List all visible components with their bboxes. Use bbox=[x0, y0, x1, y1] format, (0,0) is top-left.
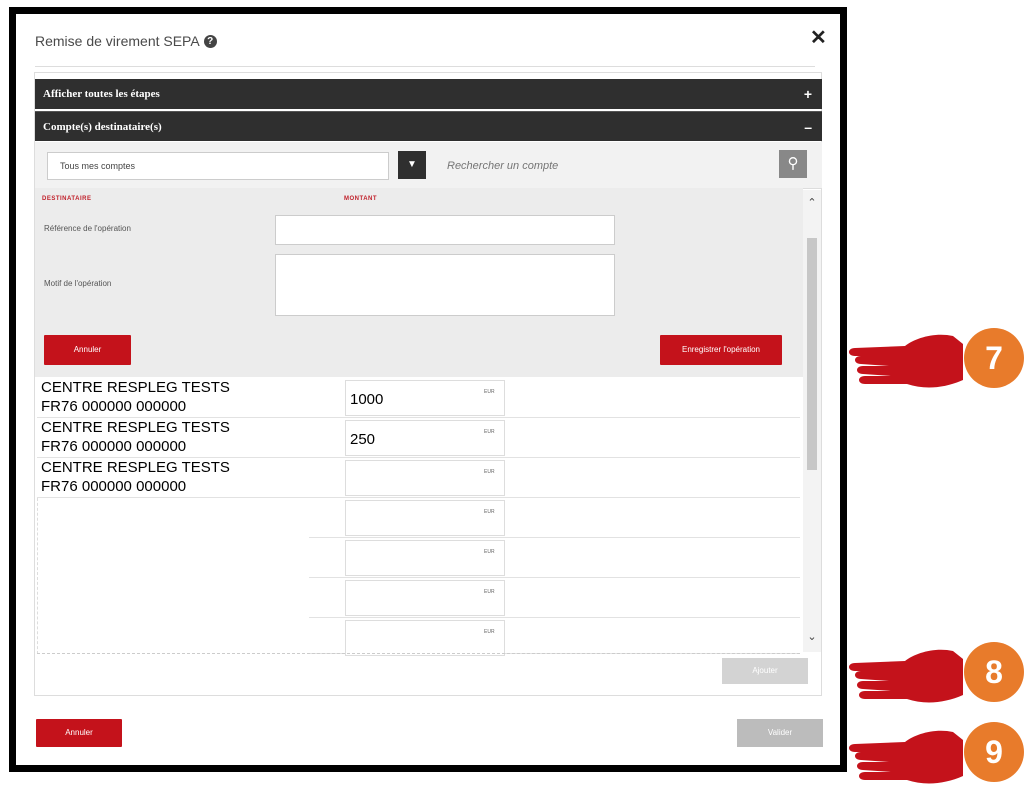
accordion-all-steps[interactable]: Afficher toutes les étapes + bbox=[35, 79, 822, 109]
recipient-list: CENTRE RESPLEG TESTS FR76 000000 000000 … bbox=[37, 378, 800, 656]
help-icon[interactable]: ? bbox=[203, 34, 217, 48]
recipient-iban: FR76 000000 000000 bbox=[41, 438, 187, 455]
amount-field[interactable]: EUR bbox=[345, 500, 505, 536]
table-row[interactable]: CENTRE RESPLEG TESTS FR76 000000 000000 … bbox=[37, 458, 800, 498]
recipient-name: CENTRE RESPLEG TESTS bbox=[41, 379, 230, 396]
currency-label: EUR bbox=[484, 549, 495, 555]
cancel-operation-button[interactable]: Annuler bbox=[44, 335, 131, 365]
collapse-icon[interactable]: – bbox=[804, 112, 812, 142]
amount-field[interactable]: EUR bbox=[345, 620, 505, 656]
cancel-button[interactable]: Annuler bbox=[36, 719, 122, 747]
callout-badge: 7 bbox=[964, 328, 1024, 388]
amount-field[interactable]: 250 EUR bbox=[345, 420, 505, 456]
accordion-all-steps-label: Afficher toutes les étapes bbox=[43, 88, 160, 100]
recipient-name: CENTRE RESPLEG TESTS bbox=[41, 459, 230, 476]
currency-label: EUR bbox=[484, 589, 495, 595]
dialog-title: Remise de virement SEPA ? bbox=[35, 33, 217, 49]
close-icon[interactable]: ✕ bbox=[810, 25, 827, 50]
amount-value: 250 bbox=[350, 431, 376, 448]
account-filter-row: Tous mes comptes ▼ ⚲ bbox=[35, 142, 822, 189]
search-icon[interactable]: ⚲ bbox=[779, 150, 807, 178]
motif-label: Motif de l'opération bbox=[44, 279, 112, 288]
reference-label: Référence de l'opération bbox=[44, 224, 131, 233]
add-button[interactable]: Ajouter bbox=[722, 658, 808, 684]
accordion-recipients[interactable]: Compte(s) destinataire(s) – bbox=[35, 111, 822, 141]
list-item: EUR bbox=[309, 538, 800, 578]
empty-recipient-area bbox=[37, 498, 309, 654]
amount-value: 1000 bbox=[350, 391, 384, 408]
column-header-amount: MONTANT bbox=[344, 196, 378, 202]
motif-textarea[interactable] bbox=[275, 254, 615, 316]
amount-field[interactable]: 1000 EUR bbox=[345, 380, 505, 416]
dialog-title-text: Remise de virement SEPA bbox=[35, 33, 200, 49]
save-operation-button[interactable]: Enregistrer l'opération bbox=[660, 335, 782, 365]
expand-icon[interactable]: + bbox=[804, 79, 812, 109]
chevron-up-icon[interactable]: ⌃ bbox=[806, 196, 818, 209]
chevron-down-icon[interactable]: ▼ bbox=[398, 151, 426, 179]
account-select[interactable]: Tous mes comptes bbox=[47, 152, 389, 180]
list-item: EUR bbox=[309, 618, 800, 656]
reference-input[interactable] bbox=[275, 215, 615, 245]
table-row[interactable]: CENTRE RESPLEG TESTS FR76 000000 000000 … bbox=[37, 378, 800, 418]
currency-label: EUR bbox=[484, 469, 495, 475]
search-account-input[interactable] bbox=[435, 152, 782, 180]
list-item: EUR bbox=[309, 578, 800, 618]
callout-badge: 9 bbox=[964, 722, 1024, 782]
scrollbar-thumb[interactable] bbox=[807, 238, 817, 470]
chevron-down-icon[interactable]: ⌄ bbox=[806, 630, 818, 643]
amount-field[interactable]: EUR bbox=[345, 460, 505, 496]
currency-label: EUR bbox=[484, 429, 495, 435]
operation-form: DESTINATAIRE MONTANT Référence de l'opér… bbox=[35, 188, 803, 377]
recipient-iban: FR76 000000 000000 bbox=[41, 478, 187, 495]
recipient-info: CENTRE RESPLEG TESTS FR76 000000 000000 bbox=[41, 418, 230, 456]
recipient-info: CENTRE RESPLEG TESTS FR76 000000 000000 bbox=[41, 458, 230, 496]
list-bottom-divider bbox=[37, 653, 800, 654]
currency-label: EUR bbox=[484, 389, 495, 395]
recipient-info: CENTRE RESPLEG TESTS FR76 000000 000000 bbox=[41, 378, 230, 416]
validate-button[interactable]: Valider bbox=[737, 719, 823, 747]
currency-label: EUR bbox=[484, 629, 495, 635]
currency-label: EUR bbox=[484, 509, 495, 515]
amount-field[interactable]: EUR bbox=[345, 580, 505, 616]
title-divider bbox=[35, 66, 815, 67]
accordion-recipients-label: Compte(s) destinataire(s) bbox=[43, 121, 162, 133]
callout-badge: 8 bbox=[964, 642, 1024, 702]
recipient-iban: FR76 000000 000000 bbox=[41, 398, 187, 415]
table-row[interactable]: CENTRE RESPLEG TESTS FR76 000000 000000 … bbox=[37, 418, 800, 458]
amount-field[interactable]: EUR bbox=[345, 540, 505, 576]
list-scrollbar[interactable]: ⌃ ⌄ bbox=[803, 190, 821, 652]
recipient-name: CENTRE RESPLEG TESTS bbox=[41, 419, 230, 436]
column-header-recipient: DESTINATAIRE bbox=[42, 196, 92, 202]
list-item: EUR bbox=[309, 498, 800, 538]
